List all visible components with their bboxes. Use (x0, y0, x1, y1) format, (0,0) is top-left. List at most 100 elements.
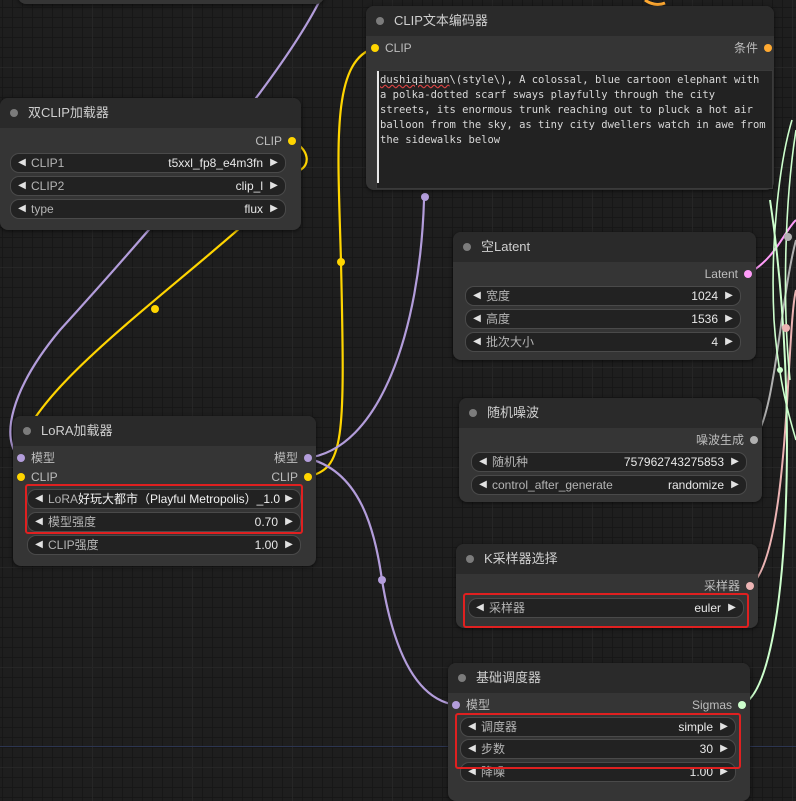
increment-arrow-icon[interactable]: ▶ (722, 310, 736, 328)
decrement-arrow-icon[interactable]: ◀ (476, 476, 490, 494)
increment-arrow-icon[interactable]: ▶ (728, 453, 742, 471)
clip1-combo[interactable]: ◀ CLIP1 t5xxl_fp8_e4m3fn ▶ (10, 153, 286, 173)
lora-name-combo[interactable]: ◀ LoRA 好玩大都市（Playful Metropolis）_1.0 ▶ (27, 489, 301, 509)
increment-arrow-icon[interactable]: ▶ (267, 177, 281, 195)
output-slot-clip[interactable]: CLIP (271, 468, 312, 486)
clip-input-dot-icon[interactable] (17, 473, 25, 481)
output-slot-sampler[interactable]: 采样器 (704, 577, 754, 595)
increment-arrow-icon[interactable]: ▶ (717, 763, 731, 781)
increment-arrow-icon[interactable]: ▶ (267, 200, 281, 218)
output-slot-sigmas[interactable]: Sigmas (692, 696, 746, 714)
widget-label: 模型强度 (48, 515, 97, 529)
decrement-arrow-icon[interactable]: ◀ (32, 490, 46, 508)
decrement-arrow-icon[interactable]: ◀ (470, 287, 484, 305)
input-slot-clip[interactable]: CLIP (17, 468, 58, 486)
height-number[interactable]: ◀ 高度 1536 ▶ (465, 309, 741, 329)
decrement-arrow-icon[interactable]: ◀ (32, 536, 46, 554)
node-title-bar[interactable]: 基础调度器 (448, 663, 750, 693)
clip-input-dot-icon[interactable] (371, 44, 379, 52)
node-title-bar[interactable]: CLIP文本编码器 (366, 6, 774, 36)
decrement-arrow-icon[interactable]: ◀ (15, 200, 29, 218)
model-input-dot-icon[interactable] (17, 454, 25, 462)
noise-output-dot-icon[interactable] (750, 436, 758, 444)
type-combo[interactable]: ◀ type flux ▶ (10, 199, 286, 219)
increment-arrow-icon[interactable]: ▶ (728, 476, 742, 494)
clip-text-encoder-node[interactable]: CLIP文本编码器 CLIP 条件 dushiqihuan\(style\), … (366, 6, 774, 190)
empty-latent-node[interactable]: 空Latent Latent ◀ 宽度 1024 ▶ ◀ 高度 1536 ▶ ◀… (453, 232, 756, 360)
node-title-bar[interactable]: LoRA加载器 (13, 416, 316, 446)
collapse-dot-icon[interactable] (10, 109, 18, 117)
decrement-arrow-icon[interactable]: ◀ (32, 513, 46, 531)
clip-output-dot-icon[interactable] (288, 137, 296, 145)
decrement-arrow-icon[interactable]: ◀ (465, 740, 479, 758)
lora-loader-node[interactable]: LoRA加载器 模型 CLIP 模型 CLIP ◀ LoRA 好玩大都市（Pla… (13, 416, 316, 566)
model-strength-number[interactable]: ◀ 模型强度 0.70 ▶ (27, 512, 301, 532)
latent-output-dot-icon[interactable] (744, 270, 752, 278)
node-title-bar[interactable]: K采样器选择 (456, 544, 758, 574)
widget-value: 1.00 (254, 538, 278, 552)
dual-clip-loader-node[interactable]: 双CLIP加载器 CLIP ◀ CLIP1 t5xxl_fp8_e4m3fn ▶… (0, 98, 301, 230)
scheduler-combo[interactable]: ◀ 调度器 simple ▶ (460, 717, 736, 737)
input-slot-clip[interactable]: CLIP (371, 39, 412, 57)
decrement-arrow-icon[interactable]: ◀ (465, 763, 479, 781)
ksampler-select-node[interactable]: K采样器选择 采样器 ◀ 采样器 euler ▶ (456, 544, 758, 628)
steps-number[interactable]: ◀ 步数 30 ▶ (460, 739, 736, 759)
batch-size-number[interactable]: ◀ 批次大小 4 ▶ (465, 332, 741, 352)
output-slot-model[interactable]: 模型 (274, 449, 312, 467)
random-noise-node[interactable]: 随机噪波 噪波生成 ◀ 随机种 757962743275853 ▶ ◀ cont… (459, 398, 762, 502)
widget-label: control_after_generate (492, 478, 613, 492)
collapse-dot-icon[interactable] (466, 555, 474, 563)
sigmas-output-dot-icon[interactable] (738, 701, 746, 709)
decrement-arrow-icon[interactable]: ◀ (470, 310, 484, 328)
wire-midpoint-model-2 (378, 576, 386, 584)
sampler-output-dot-icon[interactable] (746, 582, 754, 590)
collapse-dot-icon[interactable] (458, 674, 466, 682)
clip2-combo[interactable]: ◀ CLIP2 clip_l ▶ (10, 176, 286, 196)
input-slot-model[interactable]: 模型 (17, 449, 55, 467)
increment-arrow-icon[interactable]: ▶ (722, 333, 736, 351)
collapse-dot-icon[interactable] (23, 427, 31, 435)
output-slot-condition[interactable]: 条件 (734, 39, 772, 57)
clip-strength-number[interactable]: ◀ CLIP强度 1.00 ▶ (27, 535, 301, 555)
model-output-dot-icon[interactable] (304, 454, 312, 462)
increment-arrow-icon[interactable]: ▶ (267, 154, 281, 172)
denoise-number[interactable]: ◀ 降噪 1.00 ▶ (460, 762, 736, 782)
output-slot-clip[interactable]: CLIP (255, 132, 296, 150)
increment-arrow-icon[interactable]: ▶ (282, 490, 296, 508)
collapse-dot-icon[interactable] (469, 409, 477, 417)
node-title-bar[interactable]: 空Latent (453, 232, 756, 262)
widget-label: type (31, 202, 54, 216)
increment-arrow-icon[interactable]: ▶ (282, 536, 296, 554)
increment-arrow-icon[interactable]: ▶ (725, 599, 739, 617)
slot-label: CLIP (31, 470, 58, 484)
increment-arrow-icon[interactable]: ▶ (722, 287, 736, 305)
seed-number[interactable]: ◀ 随机种 757962743275853 ▶ (471, 452, 747, 472)
control-after-generate-combo[interactable]: ◀ control_after_generate randomize ▶ (471, 475, 747, 495)
decrement-arrow-icon[interactable]: ◀ (465, 718, 479, 736)
decrement-arrow-icon[interactable]: ◀ (470, 333, 484, 351)
decrement-arrow-icon[interactable]: ◀ (473, 599, 487, 617)
input-slot-model[interactable]: 模型 (452, 696, 490, 714)
basic-scheduler-node[interactable]: 基础调度器 模型 Sigmas ◀ 调度器 simple ▶ ◀ 步数 30 ▶… (448, 663, 750, 801)
node-title-bar[interactable]: 双CLIP加载器 (0, 98, 301, 128)
output-slot-noise[interactable]: 噪波生成 (696, 431, 758, 449)
node-title-bar[interactable]: 随机噪波 (459, 398, 762, 428)
slot-label: CLIP (271, 470, 298, 484)
decrement-arrow-icon[interactable]: ◀ (476, 453, 490, 471)
output-slot-latent[interactable]: Latent (705, 265, 752, 283)
condition-output-dot-icon[interactable] (764, 44, 772, 52)
collapse-dot-icon[interactable] (376, 17, 384, 25)
increment-arrow-icon[interactable]: ▶ (717, 740, 731, 758)
decrement-arrow-icon[interactable]: ◀ (15, 154, 29, 172)
clip-output-dot-icon[interactable] (304, 473, 312, 481)
sampler-name-combo[interactable]: ◀ 采样器 euler ▶ (468, 598, 744, 618)
decrement-arrow-icon[interactable]: ◀ (15, 177, 29, 195)
increment-arrow-icon[interactable]: ▶ (282, 513, 296, 531)
model-input-dot-icon[interactable] (452, 701, 460, 709)
prompt-textarea[interactable]: dushiqihuan\(style\), A colossal, blue c… (376, 70, 773, 189)
collapse-dot-icon[interactable] (463, 243, 471, 251)
widget-label: 步数 (481, 742, 506, 756)
width-number[interactable]: ◀ 宽度 1024 ▶ (465, 286, 741, 306)
increment-arrow-icon[interactable]: ▶ (717, 718, 731, 736)
wire-midpoint-right-3 (777, 367, 783, 373)
